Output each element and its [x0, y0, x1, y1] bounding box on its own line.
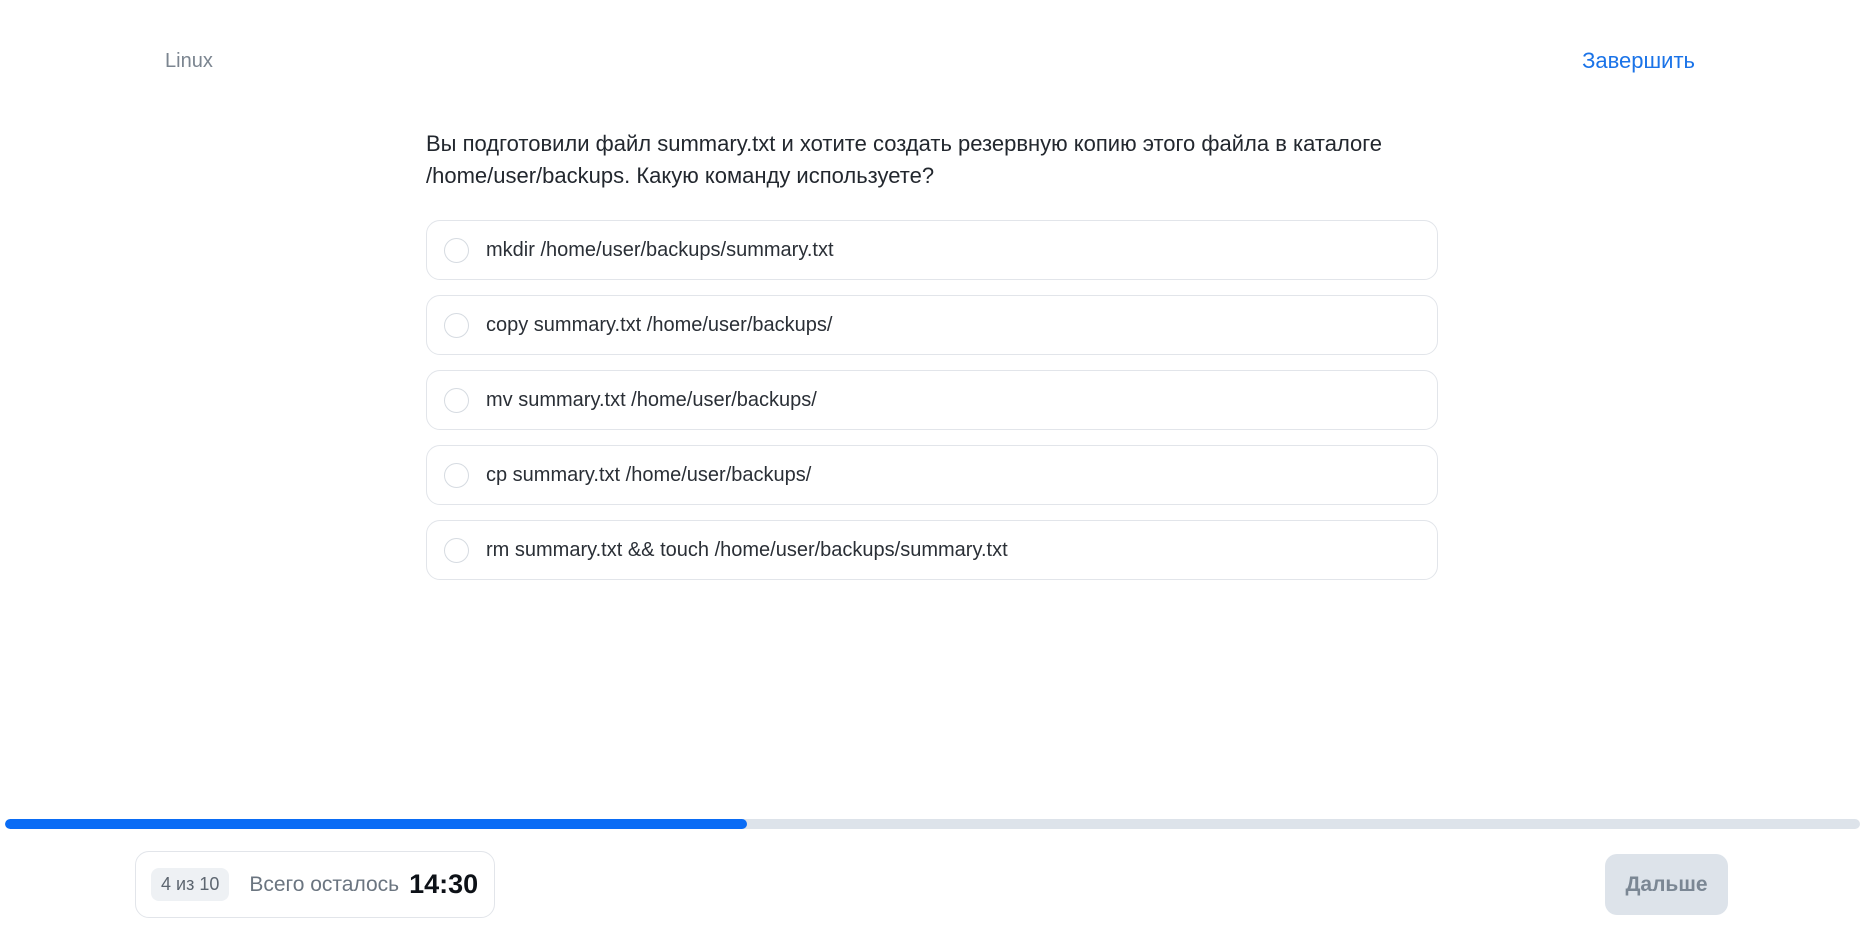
progress-bar-fill — [5, 819, 747, 829]
status-panel: 4 из 10 Всего осталось 14:30 — [135, 851, 496, 918]
next-button[interactable]: Дальше — [1605, 854, 1728, 915]
topic-label: Linux — [165, 50, 213, 72]
answer-option-label: mv summary.txt /home/user/backups/ — [486, 388, 817, 411]
answer-option-label: rm summary.txt && touch /home/user/backu… — [486, 538, 1008, 561]
answer-option[interactable]: cp summary.txt /home/user/backups/ — [426, 445, 1438, 505]
answer-options: mkdir /home/user/backups/summary.txt cop… — [426, 220, 1438, 580]
time-remaining-label: Всего осталось — [249, 872, 400, 896]
answer-option-label: mkdir /home/user/backups/summary.txt — [486, 238, 834, 261]
answer-option-label: cp summary.txt /home/user/backups/ — [486, 463, 812, 486]
radio-button[interactable] — [444, 462, 469, 488]
question-counter-badge: 4 из 10 — [151, 868, 230, 901]
answer-option[interactable]: mv summary.txt /home/user/backups/ — [426, 370, 1438, 430]
progress-bar — [5, 819, 1860, 829]
quiz-page: Linux Завершить Вы подготовили файл summ… — [0, 0, 1860, 935]
question-block: Вы подготовили файл summary.txt и хотите… — [426, 128, 1438, 580]
answer-option[interactable]: mkdir /home/user/backups/summary.txt — [426, 220, 1438, 280]
timer-value: 14:30 — [409, 869, 479, 899]
radio-button[interactable] — [444, 537, 469, 563]
question-text: Вы подготовили файл summary.txt и хотите… — [426, 131, 1383, 188]
finish-link[interactable]: Завершить — [1582, 48, 1695, 74]
answer-option[interactable]: rm summary.txt && touch /home/user/backu… — [426, 520, 1438, 580]
answer-option-label: copy summary.txt /home/user/backups/ — [486, 313, 833, 336]
radio-button[interactable] — [444, 237, 469, 263]
radio-button[interactable] — [444, 312, 469, 338]
answer-option[interactable]: copy summary.txt /home/user/backups/ — [426, 295, 1438, 355]
radio-button[interactable] — [444, 387, 469, 413]
